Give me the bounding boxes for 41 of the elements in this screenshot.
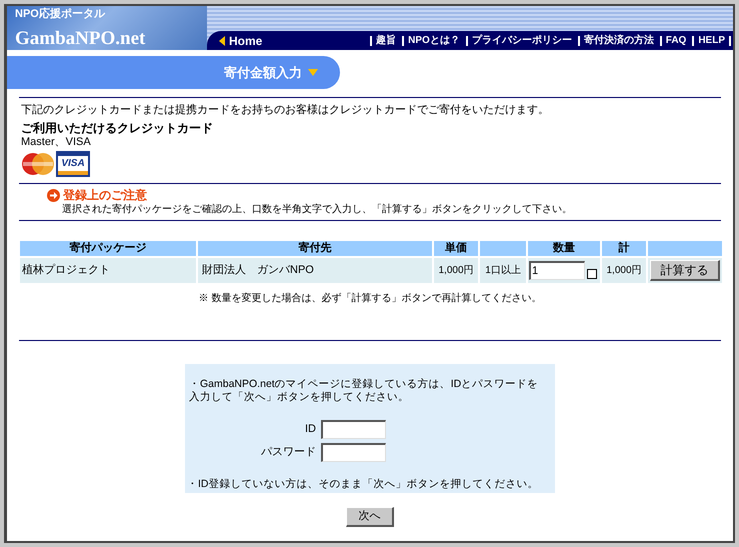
portal-tagline: NPO応援ポータル — [15, 8, 106, 22]
cards-title: ご利用いただけるクレジットカード — [21, 120, 213, 136]
field-label: ID — [304, 422, 317, 438]
column-header — [480, 240, 526, 256]
table-cell: 財団法人 ガンバNPO — [198, 258, 432, 283]
visa-logo: VISA — [56, 151, 90, 178]
home-link[interactable]: Home — [219, 34, 262, 46]
table-cell: 1,000円 — [434, 258, 478, 283]
table-note: ※ 数量を変更した場合は、必ず「計算する」ボタンで再計算してください。 — [198, 292, 542, 306]
checkbox[interactable] — [587, 269, 597, 280]
column-header: 計 — [602, 240, 646, 256]
nav-link[interactable]: NPOとは？ — [402, 36, 466, 46]
nav-link[interactable]: 寄付決済の方法 — [578, 36, 660, 46]
table-cell: 植林プロジェクト — [20, 258, 196, 283]
next-button[interactable]: 次へ — [346, 507, 394, 528]
no-id-instructions: ・ID登録していない方は、そのまま「次へ」ボタンを押してください。 — [187, 478, 540, 492]
calculate-button[interactable]: 計算する — [650, 260, 720, 281]
intro-text: 下記のクレジットカードまたは提携カードをお持ちのお客様はクレジットカードでご寄付をいただけます。 — [21, 102, 549, 118]
nav-link[interactable]: 趣旨 — [370, 36, 402, 46]
column-header: 単価 — [434, 240, 478, 256]
mastercard-logo — [21, 151, 55, 178]
field-label: パスワード — [260, 445, 317, 460]
caret-icon — [219, 36, 225, 46]
arrow-circle-icon — [47, 188, 60, 202]
nav-link[interactable]: HELP — [692, 36, 731, 46]
notice-title: 登録上のご注意 — [63, 187, 147, 204]
notice-text: 選択された寄付パッケージをご確認の上、口数を半角文字で入力し、「計算する」ボタンをクリックして下さい。 — [61, 204, 572, 217]
table-cell: 1口以上 — [480, 258, 526, 283]
quantity-field[interactable]: 1 — [529, 260, 585, 280]
nav-link[interactable]: FAQ — [660, 36, 692, 46]
dropdown-caret-icon — [308, 69, 318, 76]
step-title: 寄付金額入力 — [224, 62, 318, 82]
column-header: 数量 — [528, 240, 600, 256]
nav-link[interactable]: プライバシーポリシー — [466, 36, 578, 46]
card-names: Master、VISA — [21, 136, 91, 150]
column-header: 寄付先 — [198, 240, 432, 256]
table-cell: 1,000円 — [602, 258, 646, 283]
login-instructions: ・GambaNPO.netのマイページに登録している方は、IDとパスワードを入力して「次へ」ボタンを押してください。 — [188, 378, 540, 404]
column-header: 寄付パッケージ — [20, 240, 196, 256]
input-field[interactable] — [321, 443, 386, 462]
input-field[interactable] — [321, 420, 386, 439]
